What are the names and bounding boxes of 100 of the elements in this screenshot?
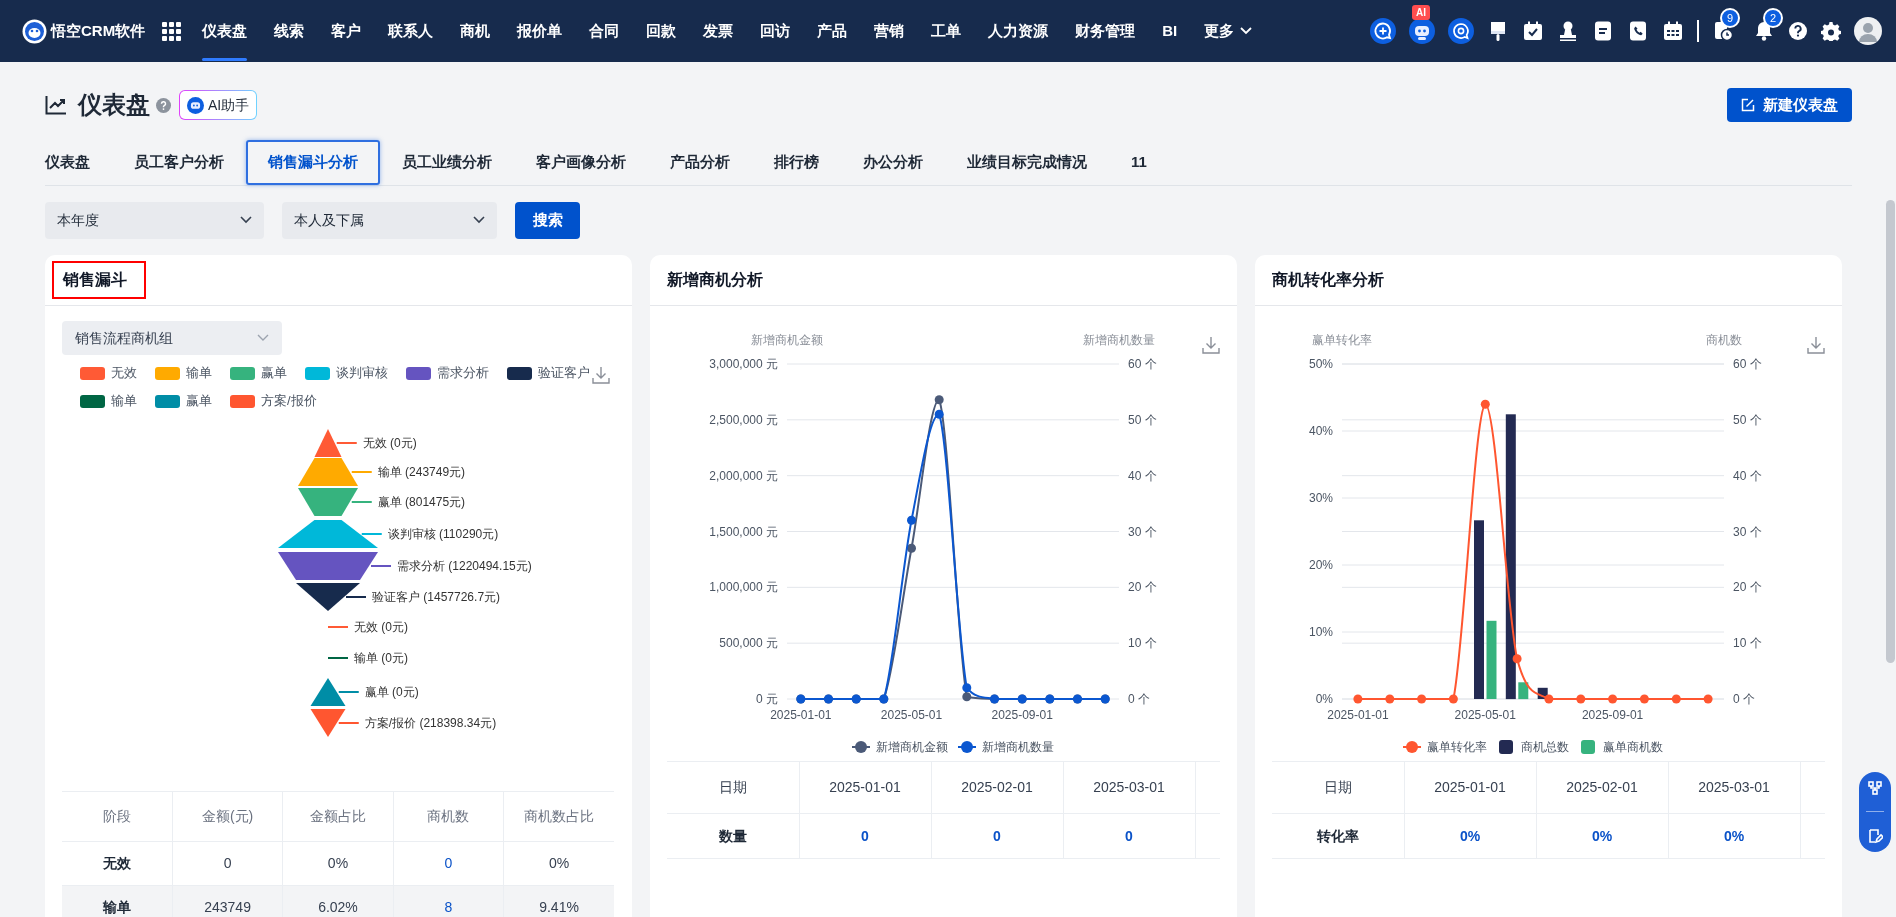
legend-label[interactable]: 赢单商机数 (1603, 740, 1663, 754)
nav-menu-item[interactable]: 营销 (874, 0, 905, 62)
tab[interactable]: 仪表盘 (23, 140, 112, 185)
new-dashboard-button[interactable]: 新建仪表盘 (1727, 88, 1852, 122)
nav-menu-item[interactable]: 联系人 (388, 0, 434, 62)
robot-icon[interactable] (1409, 18, 1435, 44)
ai-assistant-button[interactable]: AI助手 (179, 90, 258, 120)
settings-icon[interactable] (1821, 21, 1841, 41)
data-point (1512, 654, 1522, 664)
legend-marker[interactable] (230, 394, 255, 408)
nav-menu-item[interactable]: 财务管理 (1075, 0, 1136, 62)
legend-label[interactable]: 新增商机金额 (876, 740, 948, 754)
table-header-cell: 商机数 (393, 791, 504, 842)
tab[interactable]: 员工客户分析 (112, 140, 246, 185)
download-icon[interactable] (1807, 336, 1825, 354)
help-icon[interactable] (1788, 21, 1808, 41)
nav-menu-item[interactable]: 客户 (331, 0, 362, 62)
nav-menu-item[interactable]: 工单 (931, 0, 962, 62)
legend-marker[interactable] (1499, 740, 1513, 754)
more-menu[interactable]: 更多 (1204, 0, 1253, 62)
nav-menu-item[interactable]: 合同 (589, 0, 620, 62)
chevron-down-icon (1240, 27, 1253, 35)
legend-label[interactable]: 输单 (111, 391, 137, 411)
legend-label[interactable]: 赢单 (186, 391, 212, 411)
legend-marker[interactable] (1581, 740, 1595, 754)
group-select[interactable]: 销售流程商机组 (62, 321, 282, 355)
period-select[interactable]: 本年度 (45, 201, 264, 239)
calendar-check-icon[interactable] (1522, 20, 1544, 42)
nav-menu-item[interactable]: 仪表盘 (202, 0, 248, 62)
tab[interactable]: 11 (1109, 140, 1169, 185)
tab[interactable]: 员工业绩分析 (380, 140, 514, 185)
nav-menu-item[interactable]: 线索 (274, 0, 305, 62)
legend-label[interactable]: 无效 (111, 363, 137, 383)
legend-label[interactable]: 赢单 (261, 363, 287, 383)
avatar[interactable] (1854, 17, 1882, 45)
table-cell: 0% (503, 841, 614, 886)
legend-marker[interactable] (230, 366, 255, 380)
legend-label[interactable]: 商机总数 (1521, 740, 1569, 754)
chat-search-icon[interactable] (1448, 18, 1474, 44)
document-icon[interactable] (1592, 20, 1614, 42)
tab[interactable]: 业绩目标完成情况 (945, 140, 1109, 185)
download-icon[interactable] (1202, 336, 1220, 354)
axis-tick-label: 1,000,000 元 (709, 580, 778, 595)
scrollbar[interactable] (1886, 200, 1895, 663)
tab[interactable]: 产品分析 (648, 140, 752, 185)
nav-menu-item[interactable]: 人力资源 (988, 0, 1049, 62)
nav-menu-item[interactable]: 商机 (460, 0, 491, 62)
nav-menu-item[interactable]: 产品 (817, 0, 848, 62)
notification-badge: 9 (1720, 8, 1740, 28)
nav-menu-item[interactable]: 回款 (646, 0, 677, 62)
nav-menu-item[interactable]: 发票 (703, 0, 734, 62)
nav-menu-item[interactable]: 回访 (760, 0, 791, 62)
legend-marker[interactable] (155, 394, 180, 408)
legend-label[interactable]: 新增商机数量 (982, 740, 1054, 754)
table-cell[interactable]: 8 (393, 885, 504, 917)
nav-menu-item[interactable]: 报价单 (517, 0, 563, 62)
legend-marker[interactable] (80, 366, 105, 380)
apps-grid-icon[interactable] (162, 21, 182, 41)
bar (1537, 687, 1548, 699)
edit-icon (1741, 98, 1755, 112)
logo-icon[interactable] (22, 18, 47, 44)
bell-icon[interactable] (1753, 20, 1775, 42)
table-header-cell: 2025-02-01 (1536, 761, 1668, 814)
legend-label[interactable]: 赢单转化率 (1427, 740, 1487, 754)
table-cell[interactable]: 0 (393, 841, 504, 886)
chat-add-icon[interactable] (1370, 18, 1396, 44)
network-icon[interactable] (1867, 779, 1883, 796)
legend-label[interactable]: 需求分析 (437, 363, 489, 383)
axis-tick-label: 50% (1308, 357, 1333, 371)
tab[interactable]: 客户画像分析 (514, 140, 648, 185)
legend-marker[interactable] (957, 741, 977, 753)
legend-marker[interactable] (406, 366, 431, 380)
tab[interactable]: 办公分析 (841, 140, 945, 185)
user-stamp-icon[interactable] (1557, 20, 1579, 42)
leader-line (338, 722, 359, 724)
calendar-icon[interactable] (1662, 20, 1684, 42)
legend-marker[interactable] (507, 366, 532, 380)
legend-marker[interactable] (155, 366, 180, 380)
edit-icon[interactable] (1867, 828, 1883, 845)
data-point (1671, 694, 1681, 704)
legend-label[interactable]: 谈判审核 (336, 363, 388, 383)
table-cell: 6.02% (282, 885, 394, 917)
legend-label[interactable]: 输单 (186, 363, 212, 383)
legend-label[interactable]: 验证客户 (538, 363, 590, 383)
app-name[interactable]: 悟空CRM软件 (51, 19, 146, 43)
search-button[interactable]: 搜索 (515, 201, 580, 239)
tab[interactable]: 排行榜 (752, 140, 841, 185)
data-point (1480, 399, 1490, 409)
nav-menu-item[interactable]: BI (1162, 0, 1178, 62)
axis-tick-label: 30 个 (1128, 524, 1157, 539)
download-icon[interactable] (592, 366, 610, 384)
legend-marker[interactable] (305, 366, 330, 380)
scope-select[interactable]: 本人及下属 (282, 201, 497, 239)
legend-marker[interactable] (851, 741, 871, 753)
legend-marker[interactable] (80, 394, 105, 408)
leader-line (346, 596, 366, 598)
contacts-icon[interactable] (1627, 20, 1649, 42)
tab[interactable]: 销售漏斗分析 (246, 140, 380, 185)
legend-label[interactable]: 方案/报价 (261, 391, 317, 411)
legend-marker[interactable] (1402, 741, 1422, 753)
